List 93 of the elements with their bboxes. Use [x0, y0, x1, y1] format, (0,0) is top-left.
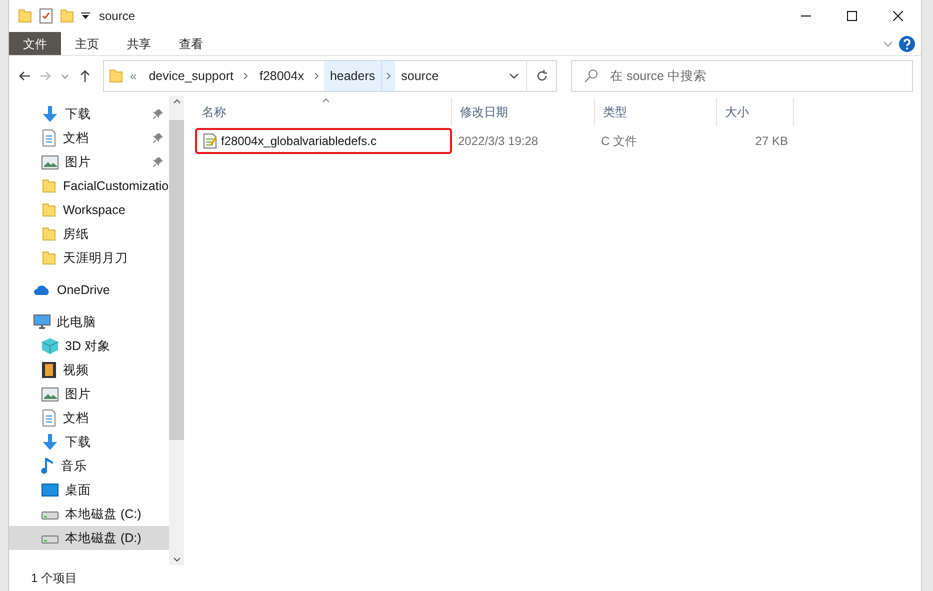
sidebar-item[interactable]: 此电脑 — [9, 310, 169, 334]
file-name-text: f28004x_globalvariabledefs.c — [221, 133, 376, 150]
help-icon[interactable] — [899, 36, 915, 52]
sidebar-item-label: 此电脑 — [57, 314, 96, 331]
folder-icon — [41, 202, 57, 218]
cube-icon — [41, 337, 59, 355]
sidebar-item-label: 图片 — [65, 154, 91, 171]
sidebar-item[interactable]: Workspace — [9, 198, 169, 222]
sidebar-item-label: 下载 — [65, 106, 91, 123]
sidebar-item[interactable]: 下载 — [9, 102, 169, 126]
sidebar-item[interactable]: 文档 — [9, 126, 169, 150]
ribbon-tab[interactable]: 主页 — [61, 32, 113, 55]
sidebar-item[interactable]: 本地磁盘 (C:) — [9, 502, 169, 526]
monitor-icon — [33, 314, 51, 330]
table-cell-text: 27 KB — [754, 133, 789, 150]
breadcrumb-item[interactable]: f28004x — [253, 61, 310, 91]
sidebar-item-label: 视频 — [63, 362, 89, 379]
pin-icon[interactable] — [153, 157, 163, 167]
close-icon[interactable] — [893, 11, 903, 21]
table-cell-text: 2022/3/3 19:28 — [457, 133, 540, 150]
chevron-down-icon[interactable] — [172, 557, 180, 562]
column-header[interactable]: 名称 — [194, 98, 452, 126]
address-bar[interactable]: « device_support f28004x headers source — [103, 60, 557, 92]
pin-icon[interactable] — [153, 109, 163, 119]
sidebar-item-label: 3D 对象 — [65, 338, 110, 355]
cloud-icon — [33, 284, 51, 296]
sidebar-item-label: FacialCustomizatio — [63, 178, 169, 195]
sidebar-item-label: 本地磁盘 (D:) — [65, 530, 142, 547]
sidebar-item[interactable]: 本地磁盘 (D:) — [9, 526, 169, 550]
table-cell-text: C 文件 — [600, 133, 638, 150]
sidebar-item-label: 桌面 — [65, 482, 91, 499]
document-icon — [41, 409, 57, 427]
chevron-up-icon[interactable] — [172, 99, 180, 104]
ribbon-tab[interactable]: 文件 — [9, 32, 61, 55]
folder-icon — [41, 178, 57, 194]
window-title: source — [99, 8, 136, 25]
breadcrumb-item[interactable]: headers — [324, 61, 382, 91]
ribbon-tab[interactable]: 共享 — [113, 32, 165, 55]
search-field[interactable]: 在 source 中搜索 — [608, 62, 912, 90]
sidebar-item[interactable]: 图片 — [9, 150, 169, 174]
search-box[interactable]: 在 source 中搜索 — [571, 60, 913, 92]
sidebar-item-label: 图片 — [65, 386, 91, 403]
sidebar-item[interactable]: 天涯明月刀 — [9, 246, 169, 270]
column-header[interactable]: 类型 — [595, 98, 717, 126]
sidebar-item-label: 音乐 — [61, 458, 87, 475]
chevron-down-icon[interactable] — [883, 40, 893, 46]
folder-icon — [17, 8, 33, 24]
scrollbar[interactable] — [169, 96, 184, 565]
file-name[interactable]: f28004x_globalvariabledefs.c — [195, 128, 452, 154]
download-arrow-icon — [41, 105, 59, 123]
sidebar-item-label: 房纸 — [63, 226, 89, 243]
c-file-icon — [203, 133, 217, 149]
document-icon — [41, 129, 57, 147]
sidebar-item-label: OneDrive — [57, 282, 110, 299]
sidebar-item[interactable]: 图片 — [9, 382, 169, 406]
pin-icon[interactable] — [153, 133, 163, 143]
sidebar-item-label: 文档 — [63, 410, 89, 427]
sidebar-item-label: Workspace — [63, 202, 126, 219]
sidebar-item-label: 天涯明月刀 — [63, 250, 128, 267]
sidebar-item[interactable]: OneDrive — [9, 278, 169, 302]
sidebar-item[interactable]: 视频 — [9, 358, 169, 382]
sidebar-item[interactable]: 房纸 — [9, 222, 169, 246]
film-icon — [41, 361, 57, 379]
sidebar-item[interactable]: FacialCustomizatio — [9, 174, 169, 198]
search-icon — [584, 69, 598, 83]
picture-icon — [41, 386, 59, 402]
column-header[interactable]: 修改日期 — [452, 98, 595, 126]
folder-icon — [41, 226, 57, 242]
picture-icon — [41, 154, 59, 170]
dropdown-icon[interactable] — [81, 12, 90, 20]
sidebar-item[interactable]: 文档 — [9, 406, 169, 430]
breadcrumb-item[interactable]: source — [395, 61, 445, 91]
ribbon-tab[interactable]: 查看 — [165, 32, 217, 55]
item-count: 1 个项目 — [31, 570, 78, 587]
properties-icon[interactable] — [39, 8, 53, 24]
sidebar-item-label: 本地磁盘 (C:) — [65, 506, 142, 523]
breadcrumb-item[interactable]: device_support — [142, 61, 240, 91]
overflow-chevron[interactable]: « — [124, 67, 143, 85]
folder-icon[interactable] — [59, 8, 75, 24]
maximize-icon[interactable] — [847, 11, 857, 21]
sidebar-item[interactable]: 音乐 — [9, 454, 169, 478]
folder-icon — [108, 68, 124, 84]
desktop-icon — [41, 483, 59, 497]
music-note-icon — [41, 457, 55, 475]
column-header[interactable]: 大小 — [717, 98, 794, 126]
sidebar-item[interactable]: 下载 — [9, 430, 169, 454]
folder-icon — [41, 250, 57, 266]
sidebar-item[interactable]: 3D 对象 — [9, 334, 169, 358]
sidebar-item-label: 下载 — [65, 434, 91, 451]
sidebar-item[interactable]: 桌面 — [9, 478, 169, 502]
download-arrow-icon — [41, 433, 59, 451]
sidebar-item-label: 文档 — [63, 130, 89, 147]
chevron-right-icon[interactable] — [381, 61, 396, 91]
